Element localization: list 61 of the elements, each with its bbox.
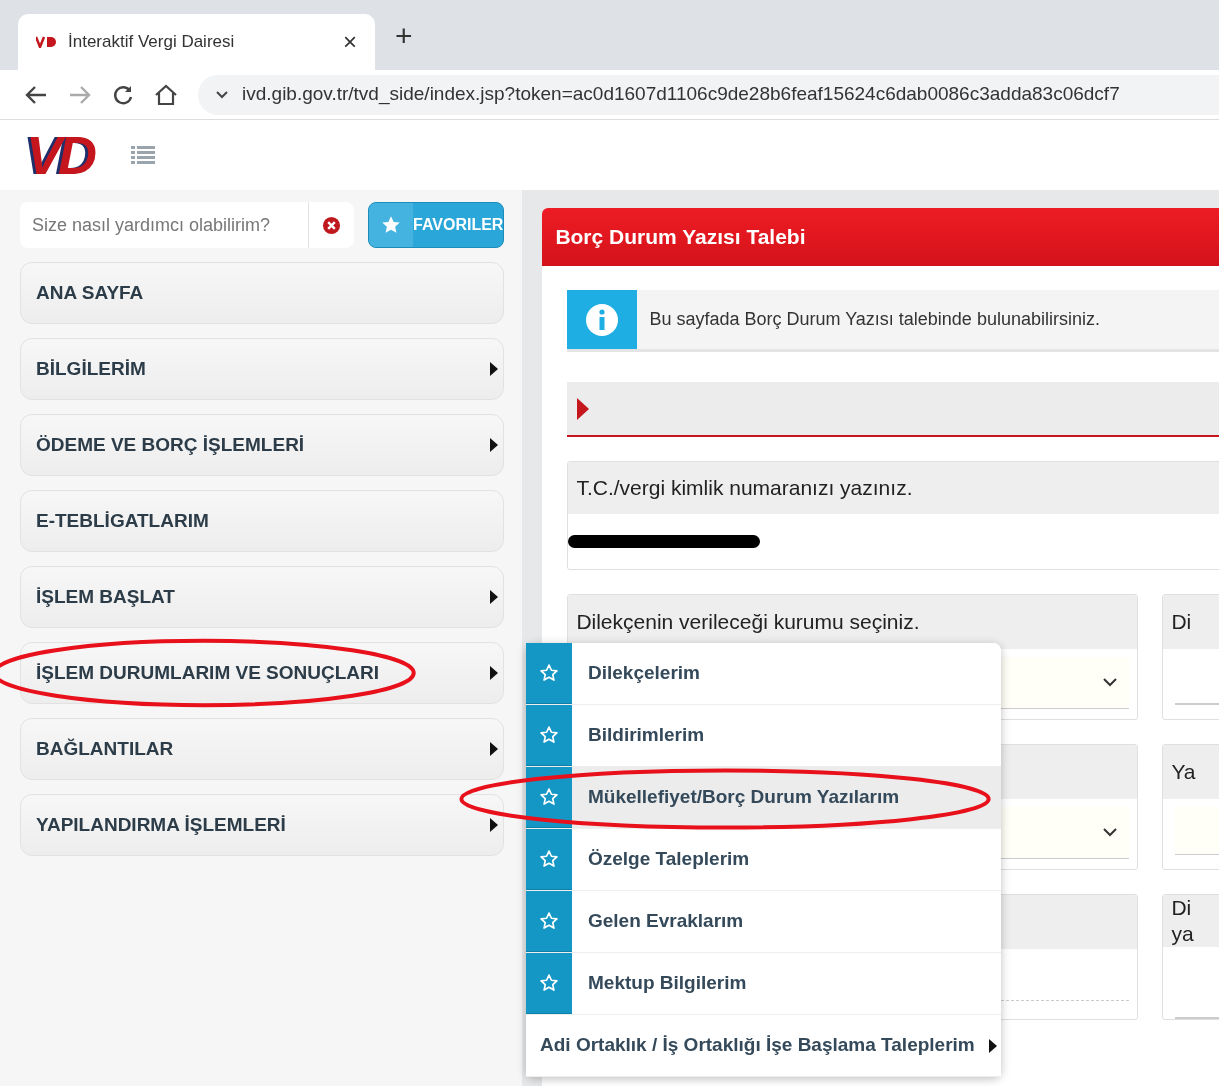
star-icon <box>539 911 559 931</box>
caret-icon <box>989 1038 997 1053</box>
sidebar-menu-item[interactable]: İŞLEM DURUMLARIM VE SONUÇLARI <box>20 642 505 704</box>
submenu-item[interactable]: Gelen Evraklarım <box>526 891 1001 953</box>
star-icon <box>539 973 559 993</box>
info-icon <box>585 302 620 337</box>
search-field[interactable]: Size nasıl yardımcı olabilirim? <box>20 202 309 248</box>
clear-button[interactable] <box>309 202 354 248</box>
submenu-item[interactable]: Bildirimlerim <box>526 705 1001 767</box>
tab-close-button[interactable]: × <box>343 24 357 60</box>
field-label: Ya <box>1163 745 1219 799</box>
field-label: Dilekçenin verileceği kurumu seçiniz. <box>568 595 1138 649</box>
menu-icon[interactable] <box>131 145 155 165</box>
sidebar-menu-item[interactable]: BİLGİLERİM <box>20 338 505 400</box>
submenu-item[interactable]: Mektup Bilgilerim <box>526 953 1001 1015</box>
tab-title: İnteraktif Vergi Dairesi <box>68 31 236 54</box>
url-text: ivd.gib.gov.tr/tvd_side/index.jsp?token=ac0d1607d1106c9de28b6feaf15624c6dab0086c3adda83c06dcf7 <box>242 82 1120 107</box>
star-icon <box>539 663 559 683</box>
new-tab-button[interactable]: + <box>395 13 413 58</box>
chevron-down-icon <box>216 90 228 99</box>
caret-icon <box>490 438 499 452</box>
star-icon <box>539 849 559 869</box>
panel-header: Borç Durum Yazısı Talebi <box>542 208 1219 266</box>
star-icon <box>539 787 559 807</box>
favorite-toggle[interactable] <box>526 891 572 952</box>
sidebar-menu-item[interactable]: E-TEBLİGATLARIM <box>20 490 505 552</box>
sidebar-menu-item[interactable]: ANA SAYFA <box>20 262 505 324</box>
app-logo: VD <box>26 128 93 182</box>
site-logo-icon <box>36 36 58 48</box>
home-icon[interactable] <box>154 83 178 106</box>
favorite-toggle[interactable] <box>526 829 572 890</box>
caret-icon <box>490 590 499 604</box>
favorite-toggle[interactable] <box>526 953 572 1014</box>
sidebar-menu-item[interactable]: YAPILANDIRMA İŞLEMLERİ <box>20 794 505 856</box>
info-text: Bu sayfada Borç Durum Yazısı talebinde bulunabilirsiniz. <box>649 308 1100 331</box>
chevron-down-icon <box>1103 678 1118 687</box>
input-field[interactable] <box>1175 807 1219 855</box>
sidebar-menu-item[interactable]: BAĞLANTILAR <box>20 718 505 780</box>
star-icon <box>539 725 559 745</box>
sidebar-menu-item[interactable]: ÖDEME VE BORÇ İŞLEMLERİ <box>20 414 505 476</box>
caret-icon <box>490 362 499 376</box>
submenu-item[interactable]: Dilekçelerim <box>526 643 1001 705</box>
field-label: Di ya <box>1163 895 1219 947</box>
caret-icon <box>490 818 499 832</box>
submenu-item[interactable]: Özelge Taleplerim <box>526 829 1001 891</box>
sidebar-menu-item[interactable]: İŞLEM BAŞLAT <box>20 566 505 628</box>
back-arrow-icon[interactable] <box>24 84 48 105</box>
browser-tab[interactable]: İnteraktif Vergi Dairesi × <box>18 14 375 70</box>
chevron-down-icon <box>1103 828 1118 837</box>
caret-icon <box>490 742 499 756</box>
favorite-toggle[interactable] <box>526 643 572 704</box>
field-label: T.C./vergi kimlik numaranızı yazınız. <box>568 462 1219 514</box>
submenu-item[interactable]: Adi Ortaklık / İş Ortaklığı İşe Başlama Taleplerim <box>526 1015 1001 1077</box>
reload-icon[interactable] <box>112 83 134 106</box>
address-bar[interactable]: ivd.gib.gov.tr/tvd_side/index.jsp?token=ac0d1607d1106c9de28b6feaf15624c6dab0086c3adda83c06dcf7 <box>198 74 1219 115</box>
favorite-toggle[interactable] <box>526 705 572 766</box>
forward-arrow-icon[interactable] <box>68 84 92 105</box>
caret-icon <box>577 397 590 420</box>
clear-icon <box>322 215 341 235</box>
caret-icon <box>490 666 499 680</box>
field-label: Di <box>1163 595 1219 649</box>
